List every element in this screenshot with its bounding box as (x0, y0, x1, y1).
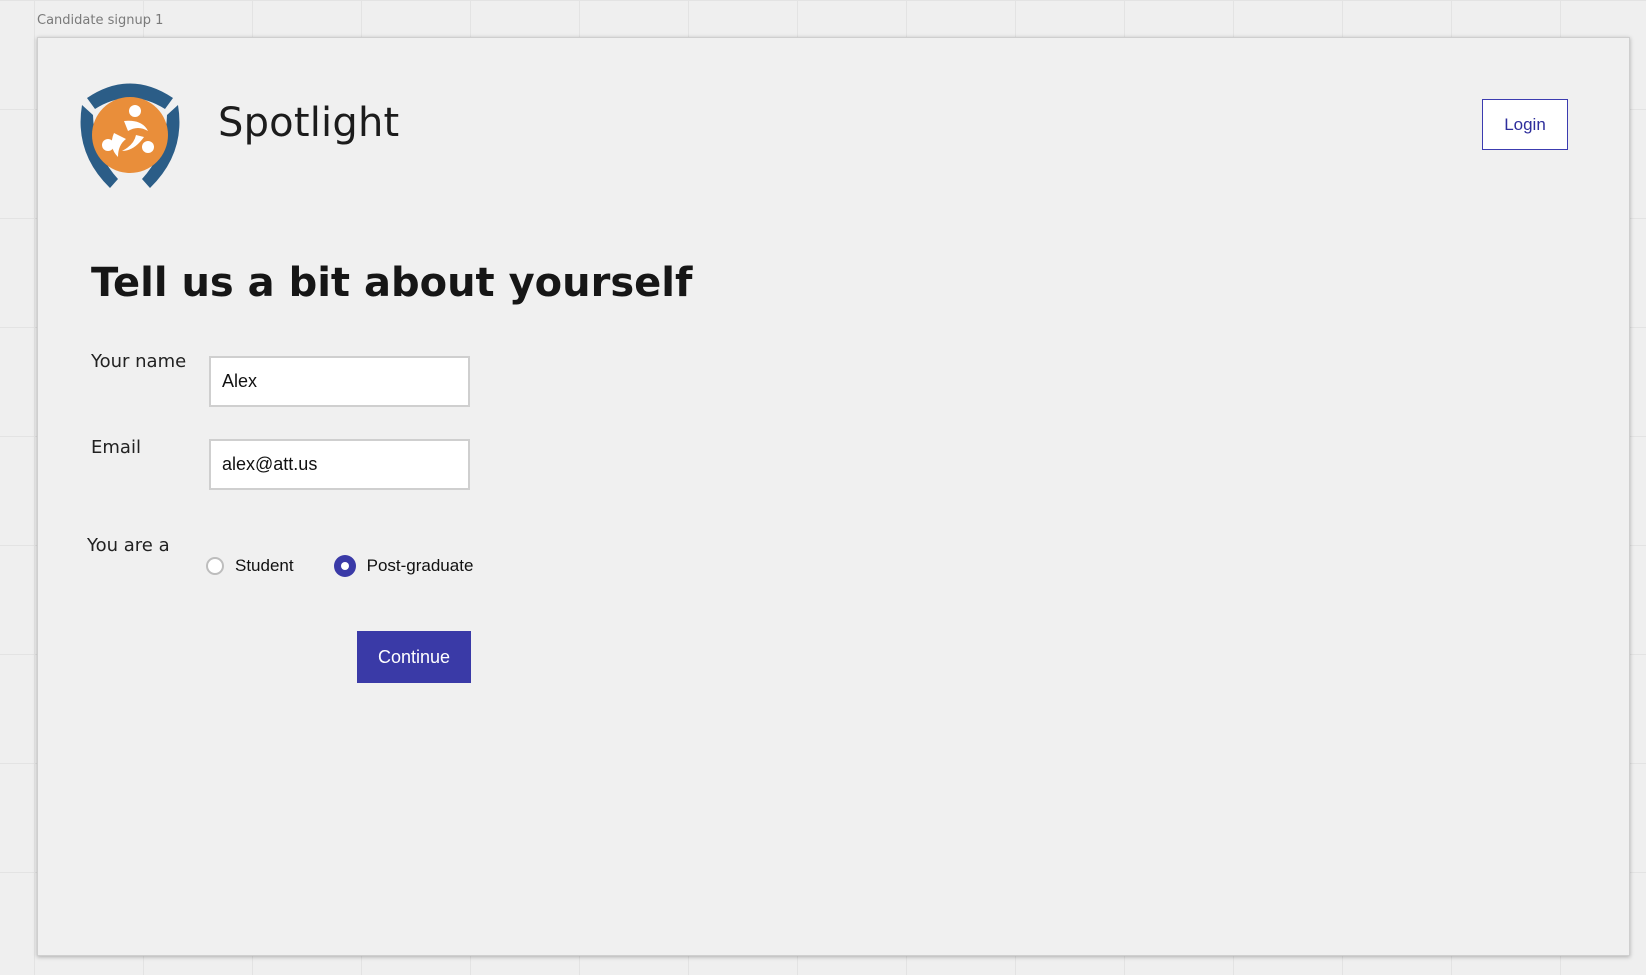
post-graduate-radio-label[interactable]: Post-graduate (367, 556, 474, 576)
continue-button[interactable]: Continue (357, 631, 471, 683)
student-radio[interactable] (206, 557, 224, 575)
role-label: You are a (87, 535, 170, 556)
radio-option-student[interactable]: Student (206, 556, 294, 576)
email-label: Email (91, 437, 141, 458)
login-button[interactable]: Login (1482, 99, 1568, 150)
name-input[interactable] (209, 356, 470, 407)
radio-option-post-graduate[interactable]: Post-graduate (333, 555, 474, 577)
frame-label: Candidate signup 1 (37, 13, 164, 28)
student-radio-label[interactable]: Student (235, 556, 294, 576)
page-title: Tell us a bit about yourself (91, 260, 693, 306)
brand-name: Spotlight (218, 100, 400, 146)
email-input[interactable] (209, 439, 470, 490)
role-radio-group: Student Post-graduate (206, 551, 473, 581)
name-label: Your name (91, 351, 187, 372)
post-graduate-radio[interactable] (333, 555, 356, 577)
signup-frame: Spotlight Login Tell us a bit about your… (37, 37, 1630, 956)
spotlight-logo-icon (72, 75, 188, 193)
